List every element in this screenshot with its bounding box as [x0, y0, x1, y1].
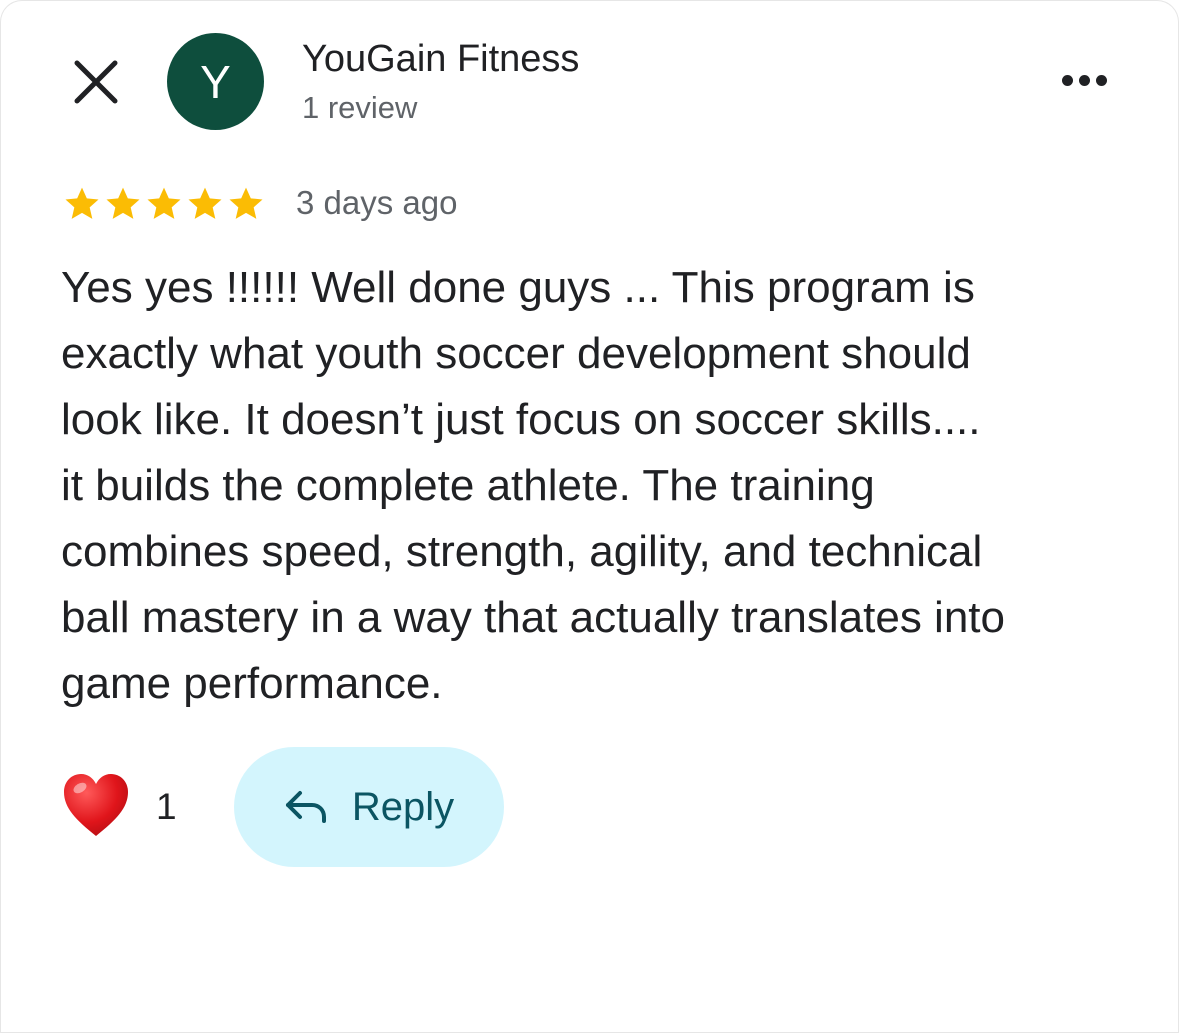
heart-icon	[64, 774, 128, 836]
author-name[interactable]: YouGain Fitness	[302, 38, 579, 81]
review-text: Yes yes !!!!!! Well done guys ... This p…	[61, 263, 1006, 708]
avatar[interactable]: Y	[167, 33, 264, 130]
star-icon	[188, 187, 222, 219]
star-icon	[229, 187, 263, 219]
reaction-count: 1	[156, 786, 177, 827]
close-icon	[74, 60, 118, 104]
more-options-button[interactable]	[1052, 62, 1116, 98]
close-button[interactable]	[70, 56, 122, 108]
reply-arrow-icon	[285, 791, 326, 823]
heart-reaction-button[interactable]	[60, 770, 132, 842]
reply-button[interactable]: Reply	[234, 747, 504, 867]
star-rating	[62, 184, 266, 224]
more-horizontal-icon	[1061, 74, 1073, 86]
star-icon	[106, 187, 140, 219]
review-time: 3 days ago	[296, 184, 458, 221]
author-review-count: 1 review	[302, 90, 418, 125]
reply-label: Reply	[351, 784, 455, 829]
star-icon	[147, 187, 181, 219]
avatar-letter: Y	[200, 55, 231, 108]
star-icon	[65, 187, 99, 219]
review-card: Y YouGain Fitness 1 review 3 days ago Ye…	[0, 0, 1179, 1033]
